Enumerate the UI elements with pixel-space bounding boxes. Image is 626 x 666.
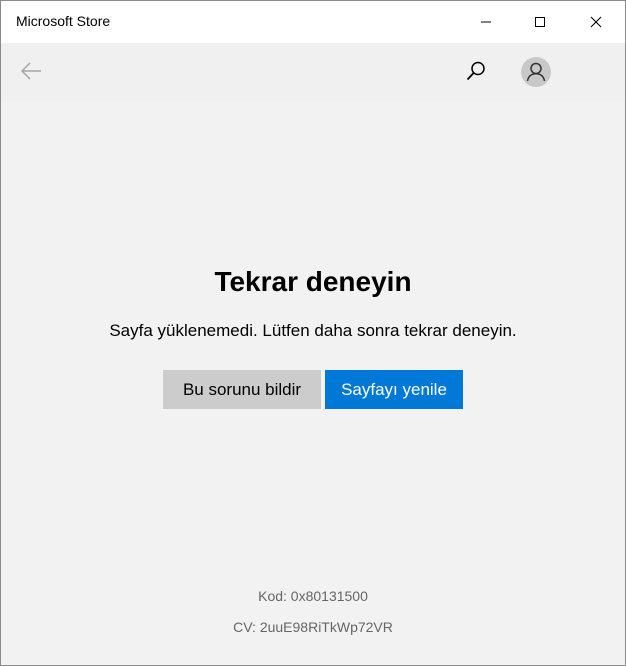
store-window: Microsoft Store Tekrar deneyin Sayfa yük… <box>0 0 626 666</box>
error-message: Sayfa yüklenemedi. Lütfen daha sonra tek… <box>109 321 517 340</box>
title-bar: Microsoft Store <box>1 1 625 43</box>
back-button[interactable] <box>11 51 51 91</box>
maximize-icon <box>535 17 545 27</box>
report-issue-button[interactable]: Bu sorunu bildir <box>163 370 321 409</box>
close-icon <box>590 16 602 28</box>
minimize-button[interactable] <box>463 1 509 43</box>
error-title: Tekrar deneyin <box>214 266 412 297</box>
search-icon <box>466 61 485 81</box>
refresh-page-button[interactable]: Sayfayı yenile <box>325 370 463 409</box>
error-code: Kod: 0x80131500 <box>258 588 368 604</box>
search-button[interactable] <box>456 51 496 91</box>
user-avatar-icon <box>526 62 546 82</box>
minimize-icon <box>481 21 491 23</box>
header-toolbar <box>1 43 625 101</box>
back-arrow-icon <box>20 62 41 80</box>
close-button[interactable] <box>573 1 619 43</box>
correlation-vector: CV: 2uuE98RiTkWp72VR <box>233 619 393 635</box>
maximize-button[interactable] <box>517 1 563 43</box>
app-title: Microsoft Store <box>16 13 111 29</box>
account-button[interactable] <box>521 57 551 87</box>
